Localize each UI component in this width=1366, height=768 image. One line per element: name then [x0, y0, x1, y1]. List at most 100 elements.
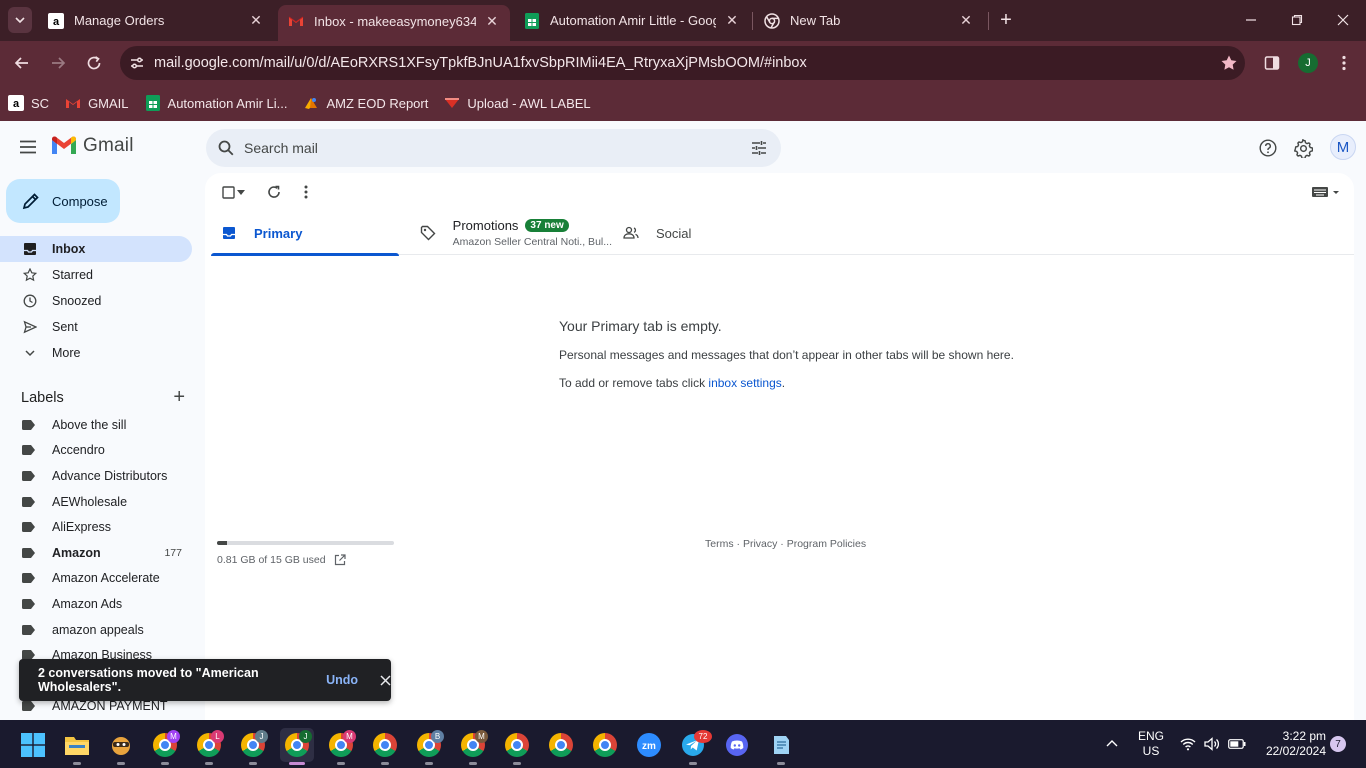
close-icon[interactable]: ✕ [248, 12, 264, 29]
battery-icon [1228, 739, 1246, 749]
label-item[interactable]: Above the sill [0, 412, 192, 438]
support-button[interactable] [1255, 135, 1281, 161]
mail-navigation: Inbox Starred Snoozed Sent More [0, 236, 205, 366]
nav-item-inbox[interactable]: Inbox [0, 236, 192, 262]
main-menu-button[interactable] [16, 135, 40, 159]
tab-promotions[interactable]: Promotions 37 new Amazon Seller Central … [420, 211, 612, 255]
new-tab-button[interactable]: + [994, 8, 1018, 32]
taskbar-file-explorer[interactable] [60, 728, 94, 765]
taskbar-chrome-profile-8[interactable]: M [456, 728, 490, 765]
bookmark-sc[interactable]: a SC [8, 95, 49, 111]
start-button[interactable] [16, 728, 50, 762]
nav-item-sent[interactable]: Sent [0, 314, 192, 340]
running-indicator [469, 762, 477, 765]
taskbar-app-mascot[interactable] [104, 728, 138, 765]
bookmark-upload-awl-label[interactable]: Upload - AWL LABEL [444, 95, 591, 111]
taskbar-chrome-profile-9[interactable] [500, 728, 534, 765]
back-button[interactable] [8, 49, 36, 77]
system-clock[interactable]: 3:22 pm 22/02/2024 [1256, 729, 1326, 759]
nav-item-more[interactable]: More [0, 340, 192, 366]
taskbar-chrome-profile-7[interactable]: B [412, 728, 446, 765]
reload-button[interactable] [80, 49, 108, 77]
tab-primary-label: Primary [254, 225, 303, 241]
taskbar-chrome-profile-5[interactable]: M [324, 728, 358, 765]
wifi-status[interactable] [1180, 720, 1196, 768]
close-icon[interactable]: ✕ [724, 12, 740, 29]
search-input[interactable] [244, 140, 737, 156]
taskbar-chrome-extra[interactable] [588, 728, 622, 762]
input-language-indicator[interactable]: ENG US [1138, 729, 1164, 759]
settings-button[interactable] [1290, 135, 1316, 161]
taskbar-telegram[interactable]: 72 [676, 728, 712, 765]
search-bar[interactable] [206, 129, 781, 167]
taskbar-discord[interactable] [720, 728, 754, 762]
site-settings-icon[interactable] [120, 55, 154, 71]
battery-status[interactable] [1228, 720, 1246, 768]
taskbar-chrome-profile-6[interactable] [368, 728, 402, 765]
forward-button[interactable] [44, 49, 72, 77]
browser-tab-new-tab[interactable]: New Tab ✕ [754, 5, 984, 36]
nav-item-starred[interactable]: Starred [0, 262, 192, 288]
refresh-button[interactable] [263, 181, 285, 203]
bookmark-star-icon[interactable] [1213, 54, 1245, 72]
bookmark-gmail[interactable]: GMAIL [65, 95, 129, 111]
restore-button[interactable] [1274, 0, 1320, 40]
nav-item-snoozed[interactable]: Snoozed [0, 288, 192, 314]
side-panel-button[interactable] [1258, 49, 1286, 77]
label-item[interactable]: Accendro [0, 438, 192, 464]
tab-social[interactable]: Social [622, 211, 812, 255]
profile-badge: M [343, 730, 356, 743]
taskbar-chrome-profile-2[interactable]: L [192, 728, 226, 765]
browser-tab-inbox[interactable]: Inbox - makeeasymoney634@gmail.com ✕ [278, 5, 510, 41]
bookmark-label: SC [31, 95, 50, 111]
privacy-link[interactable]: Privacy [743, 538, 777, 550]
create-label-plus-icon[interactable]: + [173, 386, 185, 409]
gmail-logo[interactable]: Gmail [51, 135, 134, 157]
browser-tab-sheets[interactable]: Automation Amir Little - Google Sheets ✕ [514, 5, 750, 36]
terms-link[interactable]: Terms [705, 538, 734, 550]
show-hidden-icons-button[interactable] [1105, 720, 1119, 768]
volume-status[interactable] [1204, 720, 1220, 768]
open-in-new-icon[interactable] [334, 554, 346, 566]
close-icon[interactable]: ✕ [958, 12, 974, 29]
minimize-button[interactable] [1228, 0, 1274, 40]
close-icon[interactable] [380, 674, 391, 686]
taskbar-chrome[interactable] [544, 728, 578, 762]
label-name: Amazon Accelerate [52, 571, 160, 586]
inbox-settings-link[interactable]: inbox settings [708, 376, 781, 390]
label-item[interactable]: Amazon Ads [0, 591, 192, 617]
taskbar-chrome-profile-3[interactable]: J [236, 728, 270, 765]
tab-primary[interactable]: Primary [211, 211, 399, 256]
address-bar[interactable]: mail.google.com/mail/u/0/d/AEoRXRS1XFsyT… [120, 46, 1245, 80]
label-item[interactable]: Advance Distributors [0, 463, 192, 489]
bookmark-amz-eod-report[interactable]: AMZ EOD Report [303, 95, 428, 111]
taskbar-notepad[interactable] [764, 728, 798, 765]
label-name: AMAZON PAYMENT [52, 699, 168, 714]
compose-button[interactable]: Compose [6, 179, 120, 223]
notification-count-badge[interactable]: 7 [1330, 736, 1346, 752]
program-policies-link[interactable]: Program Policies [787, 538, 866, 550]
more-actions-button[interactable] [295, 181, 317, 203]
label-item[interactable]: Amazon 177 [0, 540, 192, 566]
bookmark-automation-sheet[interactable]: Automation Amir Li... [145, 95, 287, 111]
browser-tab-manage-orders[interactable]: a Manage Orders ✕ [38, 5, 274, 36]
label-item[interactable]: AEWholesale [0, 489, 192, 515]
taskbar-chrome-profile-1[interactable]: M [148, 728, 182, 765]
tab-search-button[interactable] [8, 7, 32, 33]
input-tools-button[interactable] [1308, 181, 1344, 203]
taskbar-zoom[interactable]: zm [632, 728, 666, 762]
search-options-icon[interactable] [737, 140, 781, 156]
kebab-menu-icon [1342, 55, 1346, 71]
undo-button[interactable]: Undo [326, 673, 358, 687]
select-dropdown[interactable] [233, 181, 249, 203]
label-item[interactable]: AliExpress [0, 514, 192, 540]
label-item[interactable]: Amazon Accelerate [0, 566, 192, 592]
taskbar-chrome-profile-4-active[interactable]: J [280, 728, 314, 765]
close-icon[interactable]: ✕ [484, 13, 500, 29]
search-icon[interactable] [208, 140, 244, 156]
label-item[interactable]: amazon appeals [0, 617, 192, 643]
account-avatar[interactable]: M [1330, 134, 1356, 160]
browser-menu-button[interactable] [1330, 49, 1358, 77]
browser-profile-avatar[interactable]: J [1298, 53, 1318, 73]
close-window-button[interactable] [1320, 0, 1366, 40]
